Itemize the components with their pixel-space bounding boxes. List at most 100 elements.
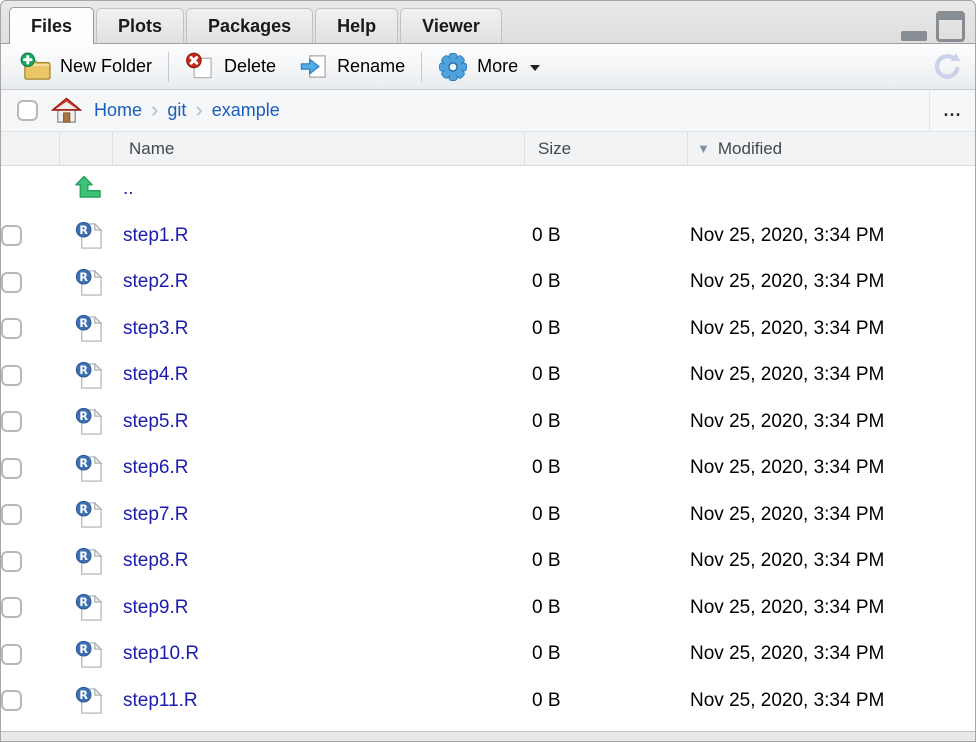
r-file-icon: R <box>74 407 103 436</box>
r-file-icon: R <box>74 361 103 390</box>
header-size[interactable]: Size <box>524 132 687 165</box>
row-icon-cell: R <box>60 640 113 669</box>
row-size: 0 B <box>524 550 687 572</box>
refresh-button[interactable] <box>931 44 963 89</box>
file-row: R step7.R 0 B Nov 25, 2020, 3:34 PM <box>1 492 975 539</box>
header-name[interactable]: Name <box>113 132 524 165</box>
r-file-icon: R <box>74 314 103 343</box>
row-name-cell: step3.R <box>113 318 524 340</box>
breadcrumb-item-home[interactable]: Home <box>94 100 142 121</box>
row-size: 0 B <box>524 597 687 619</box>
row-icon-cell: R <box>60 407 113 436</box>
file-row: R step9.R 0 B Nov 25, 2020, 3:34 PM <box>1 585 975 632</box>
row-name-cell: .. <box>113 178 524 200</box>
row-checkbox[interactable] <box>1 597 22 618</box>
row-checkbox[interactable] <box>1 504 22 525</box>
table-header: Name Size ▼ Modified <box>1 132 975 166</box>
row-checkbox[interactable] <box>1 225 22 246</box>
tab-packages[interactable]: Packages <box>186 8 313 43</box>
tab-help[interactable]: Help <box>315 8 398 43</box>
file-link[interactable]: step9.R <box>123 597 188 618</box>
tab-plots[interactable]: Plots <box>96 8 184 43</box>
breadcrumb-item-example[interactable]: example <box>212 100 280 121</box>
pane-bottom-edge <box>1 731 975 741</box>
row-name-cell: step8.R <box>113 550 524 572</box>
breadcrumb-separator-icon: › <box>151 99 158 123</box>
row-size: 0 B <box>524 690 687 712</box>
path-more-button[interactable]: ... <box>929 90 975 131</box>
file-link[interactable]: step10.R <box>123 643 199 664</box>
row-modified: Nov 25, 2020, 3:34 PM <box>687 271 975 293</box>
new-folder-button[interactable]: New Folder <box>9 44 163 89</box>
gear-icon <box>438 52 468 82</box>
row-size: 0 B <box>524 225 687 247</box>
row-checkbox[interactable] <box>1 272 22 293</box>
tab-label: Plots <box>118 16 162 36</box>
row-checkbox[interactable] <box>1 551 22 572</box>
row-checkbox-cell <box>1 551 60 572</box>
rename-icon <box>298 52 328 81</box>
file-link[interactable]: step7.R <box>123 504 188 525</box>
file-link[interactable]: step5.R <box>123 411 188 432</box>
files-pane: Files Plots Packages Help Viewer New Fol… <box>0 0 976 742</box>
row-modified: Nov 25, 2020, 3:34 PM <box>687 318 975 340</box>
up-arrow-icon <box>74 174 104 204</box>
tab-label: Packages <box>208 16 291 36</box>
breadcrumb-item-git[interactable]: git <box>167 100 186 121</box>
parent-directory-link[interactable]: .. <box>123 178 134 199</box>
svg-text:R: R <box>79 364 88 377</box>
row-checkbox-cell <box>1 365 60 386</box>
row-checkbox[interactable] <box>1 690 22 711</box>
row-checkbox[interactable] <box>1 318 22 339</box>
row-size: 0 B <box>524 318 687 340</box>
file-row: R step4.R 0 B Nov 25, 2020, 3:34 PM <box>1 352 975 399</box>
svg-text:R: R <box>79 317 88 330</box>
r-file-icon: R <box>74 221 103 250</box>
tab-files[interactable]: Files <box>9 7 94 44</box>
more-button[interactable]: More <box>427 44 551 89</box>
file-link[interactable]: step11.R <box>123 690 198 711</box>
file-row: R step2.R 0 B Nov 25, 2020, 3:34 PM <box>1 259 975 306</box>
maximize-icon[interactable] <box>936 11 965 42</box>
home-button[interactable] <box>51 96 82 125</box>
row-size: 0 B <box>524 271 687 293</box>
row-icon-cell: R <box>60 361 113 390</box>
row-modified: Nov 25, 2020, 3:34 PM <box>687 690 975 712</box>
more-label: More <box>477 56 518 77</box>
file-link[interactable]: step6.R <box>123 457 188 478</box>
file-link[interactable]: step3.R <box>123 318 188 339</box>
minimize-icon[interactable] <box>901 31 927 41</box>
row-checkbox[interactable] <box>1 644 22 665</box>
row-checkbox-cell <box>1 504 60 525</box>
row-checkbox[interactable] <box>1 411 22 432</box>
files-toolbar: New Folder Delete Rename <box>1 44 975 90</box>
row-checkbox[interactable] <box>1 458 22 479</box>
toolbar-separator <box>168 52 169 82</box>
file-link[interactable]: step4.R <box>123 364 188 385</box>
file-link[interactable]: step1.R <box>123 225 188 246</box>
row-modified: Nov 25, 2020, 3:34 PM <box>687 225 975 247</box>
delete-button[interactable]: Delete <box>174 44 287 89</box>
header-modified-label: Modified <box>718 139 782 159</box>
r-file-icon: R <box>74 454 103 483</box>
row-modified: Nov 25, 2020, 3:34 PM <box>687 550 975 572</box>
header-modified[interactable]: ▼ Modified <box>687 132 975 165</box>
svg-text:R: R <box>79 550 88 563</box>
file-link[interactable]: step2.R <box>123 271 188 292</box>
file-row: R step8.R 0 B Nov 25, 2020, 3:34 PM <box>1 538 975 585</box>
row-checkbox-cell <box>1 411 60 432</box>
parent-directory-row: .. <box>1 166 975 213</box>
select-all-checkbox[interactable] <box>17 100 38 121</box>
row-size: 0 B <box>524 457 687 479</box>
tab-viewer[interactable]: Viewer <box>400 8 502 43</box>
row-name-cell: step5.R <box>113 411 524 433</box>
file-link[interactable]: step8.R <box>123 550 188 571</box>
row-name-cell: step11.R <box>113 690 524 712</box>
row-icon-cell <box>60 174 113 204</box>
rename-button[interactable]: Rename <box>287 44 416 89</box>
row-checkbox[interactable] <box>1 365 22 386</box>
row-modified: Nov 25, 2020, 3:34 PM <box>687 457 975 479</box>
row-modified: Nov 25, 2020, 3:34 PM <box>687 597 975 619</box>
row-name-cell: step6.R <box>113 457 524 479</box>
row-checkbox-cell <box>1 644 60 665</box>
